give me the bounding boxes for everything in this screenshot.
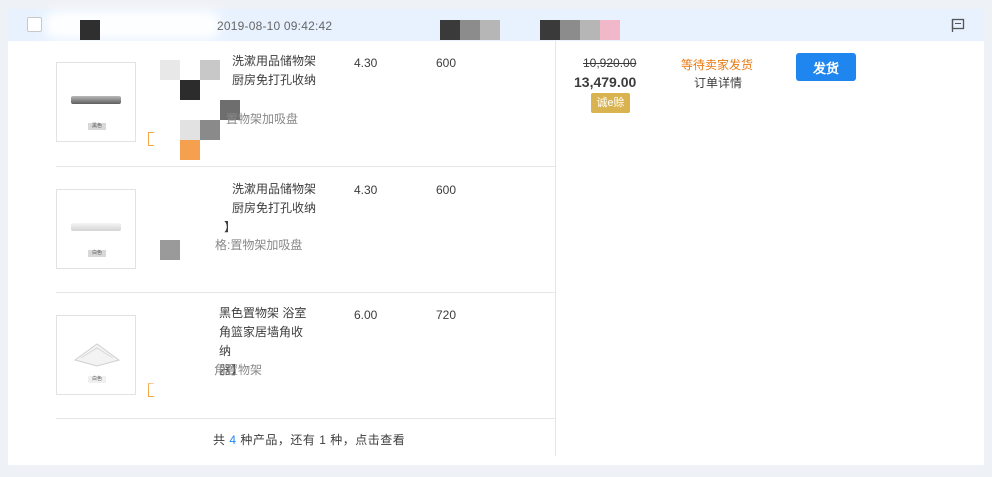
ship-button[interactable]: 发货 — [796, 53, 856, 81]
product-sku: 角置物架 — [214, 363, 263, 377]
redaction-mosaic — [540, 20, 560, 40]
product-color-tag: 黑色 — [88, 123, 106, 130]
product-thumbnail[interactable]: 黑色 — [56, 62, 136, 142]
product-title-line: 厨房免打孔收纳 — [232, 201, 317, 215]
promo-badge — [148, 132, 154, 146]
item-quantity: 720 — [436, 308, 457, 322]
redaction-mosaic — [200, 120, 220, 140]
product-color-tag: 白色 — [88, 250, 106, 257]
product-title[interactable]: 洗漱用品储物架 厨房免打孔收纳 】 — [224, 180, 327, 237]
redaction-mosaic — [580, 20, 600, 40]
summary-prefix: 共 — [213, 433, 230, 447]
redaction-blur — [145, 178, 215, 223]
column-divider — [555, 41, 556, 456]
row-divider — [56, 166, 555, 167]
credit-payment-badge: 诚e赊 — [591, 93, 630, 113]
product-thumbnail[interactable]: 白色 — [56, 189, 136, 269]
product-sku: 格:置物架加吸盘 — [215, 238, 303, 252]
product-image — [73, 343, 121, 367]
redaction-mosaic — [440, 20, 460, 40]
redaction-blur — [45, 11, 220, 39]
product-title-line: 洗漱用品储物架 — [232, 54, 317, 68]
original-total: 10,920.00 — [583, 56, 637, 70]
promo-badge — [148, 383, 154, 397]
order-detail-link[interactable]: 订单详情 — [694, 74, 742, 91]
redaction-mosaic — [160, 60, 180, 80]
order-time: 2019-08-10 09:42:42 — [217, 19, 333, 33]
flag-icon[interactable] — [951, 18, 965, 33]
redaction-mosaic — [180, 140, 200, 160]
redaction-mosaic — [160, 240, 180, 260]
item-quantity: 600 — [436, 183, 457, 197]
product-image — [71, 223, 121, 231]
product-count: 4 — [229, 433, 237, 447]
redaction-mosaic — [480, 20, 500, 40]
order-select-checkbox[interactable] — [27, 17, 42, 32]
summary-middle: 种产品，还有 — [236, 433, 320, 447]
redaction-mosaic — [80, 20, 100, 40]
product-image — [71, 96, 121, 104]
row-divider — [56, 292, 555, 293]
redaction-mosaic — [560, 20, 580, 40]
product-sku: 置物架加吸盘 — [226, 112, 299, 126]
order-status: 等待卖家发货 — [681, 58, 754, 72]
item-quantity: 600 — [436, 56, 457, 70]
view-more-link[interactable]: 种，点击查看 — [326, 433, 405, 447]
product-title-line: 厨房免打孔收纳 — [232, 73, 317, 87]
redaction-blur — [150, 300, 212, 385]
product-title-line: 】 — [224, 220, 237, 234]
product-title-line: 黑色置物架 浴室 — [219, 306, 307, 320]
item-price: 4.30 — [354, 183, 378, 197]
order-total: 13,479.00 — [574, 74, 637, 90]
product-color-tag: 白色 — [88, 376, 106, 383]
redaction-mosaic — [460, 20, 480, 40]
redaction-mosaic — [200, 60, 220, 80]
product-title[interactable]: 洗漱用品储物架 厨房免打孔收纳 — [232, 52, 327, 90]
item-price: 6.00 — [354, 308, 378, 322]
redaction-mosaic — [180, 120, 200, 140]
item-price: 4.30 — [354, 56, 378, 70]
product-thumbnail[interactable]: 白色 — [56, 315, 136, 395]
product-title-line: 洗漱用品储物架 — [232, 182, 317, 196]
redaction-mosaic — [600, 20, 620, 40]
more-products-summary[interactable]: 共 4 种产品，还有 1 种，点击查看 — [213, 431, 405, 448]
row-divider — [56, 418, 555, 419]
redaction-mosaic — [180, 80, 200, 100]
product-title-line: 角篮家居墙角收纳 — [219, 325, 304, 358]
